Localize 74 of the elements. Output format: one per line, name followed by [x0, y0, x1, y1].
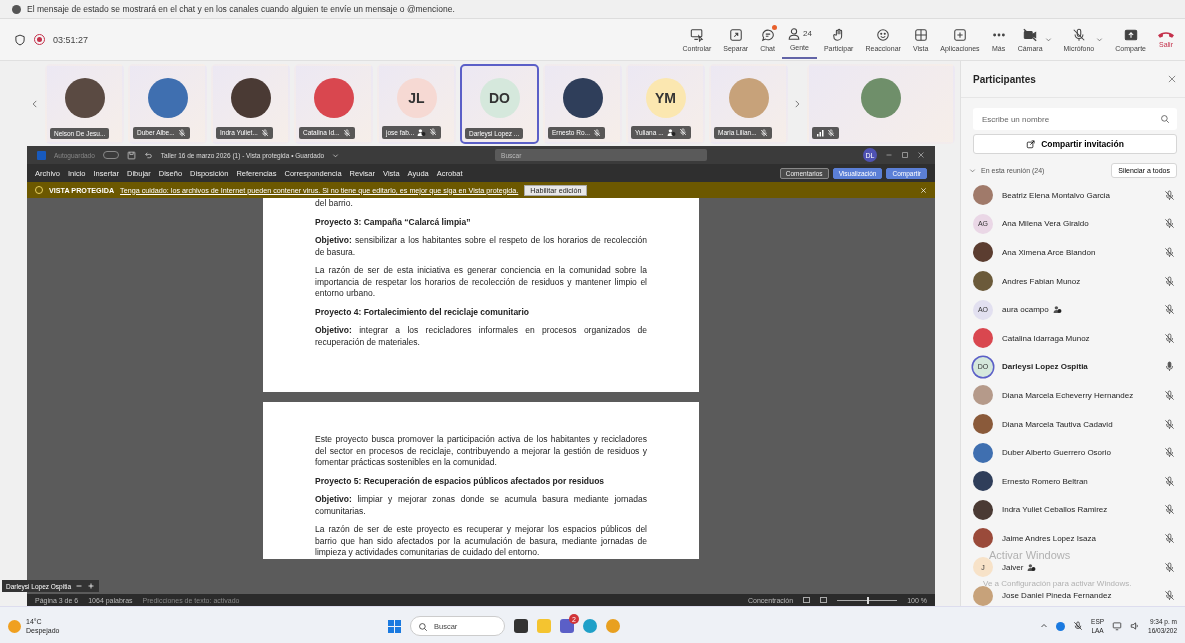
minus-icon[interactable] — [75, 582, 84, 590]
participant-name[interactable]: Ana Milena Vera Giraldo — [1002, 219, 1089, 229]
save-icon — [126, 150, 136, 160]
paragraph: Objetivo: sensibilizar a los habitantes sobre el respeto de los horarios de recolección de basura. — [315, 235, 647, 258]
participant-name[interactable]: Catalina Idarraga Munoz — [1002, 333, 1090, 343]
participant-name[interactable]: Indra Yuliet Ceballos Ramirez — [1002, 505, 1108, 515]
minimize-icon[interactable] — [885, 151, 893, 159]
close-icon — [1167, 74, 1177, 84]
search-icon — [418, 622, 428, 632]
participant-name[interactable]: Andres Fabian Munoz — [1002, 276, 1081, 286]
undo-icon — [143, 150, 153, 160]
participant-name[interactable]: Darleysi Lopez Ospitia — [1002, 362, 1088, 372]
plus-icon[interactable] — [87, 582, 96, 590]
participant-name[interactable]: aura ocampo — [1002, 305, 1049, 315]
search-icon — [1160, 114, 1170, 124]
status-notice: El mensaje de estado se mostrará en el chat y en los canales cuando alguien te envíe un mensaje o @mencione. — [27, 4, 455, 14]
weather-icon[interactable] — [8, 619, 21, 633]
panel-title: Participantes — [973, 73, 1036, 85]
participant-name[interactable]: Duber Alberto Guerrero Osorio — [1002, 448, 1111, 458]
participant-name[interactable]: Beatriz Elena Montalvo Garcia — [1002, 190, 1111, 200]
close-button[interactable] — [1167, 74, 1177, 84]
grid-icon — [913, 27, 928, 42]
chevron-down-icon — [1096, 36, 1104, 43]
chevron-right-icon — [792, 98, 802, 109]
teams-app-icon[interactable] — [560, 619, 574, 633]
participant-name[interactable]: Diana Marcela Echeverry Hernandez — [1002, 390, 1134, 400]
plus-icon — [952, 27, 967, 42]
caret-up-icon[interactable] — [1040, 622, 1049, 630]
start-icon[interactable] — [388, 619, 401, 633]
signal-icon — [816, 128, 824, 137]
chevron-down-icon[interactable] — [332, 151, 340, 159]
avatar-initials: YM — [645, 77, 686, 118]
participant-name[interactable]: Jaiver — [1002, 562, 1024, 572]
participant-name[interactable]: Diana Marcela Tautiva Cadavid — [1002, 419, 1113, 429]
view-icon[interactable] — [820, 597, 828, 603]
info-icon — [12, 4, 21, 14]
meeting-timer: 03:51:27 — [53, 34, 89, 45]
participant-name[interactable]: Jaime Andres Lopez Isaza — [1002, 533, 1096, 543]
zoom-thumb[interactable] — [867, 596, 870, 604]
section-heading: Proyecto 3: Campaña “Calarcá limpia” — [315, 216, 472, 228]
participant-name[interactable]: Jose Daniel Pineda Fernandez — [1002, 591, 1112, 601]
paragraph: La razón de ser de esta iniciativa es generar conciencia en la comunidad sobre la importancia de respetar los horarios de recolección de residuos y mantener limpio el entorno urbano. — [315, 265, 647, 300]
upload-icon — [1123, 27, 1138, 42]
speaker-icon — [1130, 621, 1141, 631]
video-tile[interactable] — [807, 63, 955, 144]
phone-icon — [1158, 31, 1174, 38]
monitor-icon — [1112, 621, 1123, 631]
mic-off-icon — [1071, 27, 1086, 42]
paragraph: Este proyecto busca promover la participación activa de los habitantes y recicladores del sector en procesos de reciclaje, contribuyendo a mejorar la gestión de residuos y fomentar prácticas sostenibles en la comunidad. — [315, 434, 647, 469]
participant-name[interactable]: Ernesto Romero Beltran — [1002, 476, 1088, 486]
avatar-initials: JL — [396, 77, 437, 118]
close-icon[interactable] — [917, 151, 925, 159]
avatar-initials: DO — [479, 77, 520, 118]
paragraph: Objetivo: limpiar y mejorar zonas donde se acumula basura mediante jornadas comunitarias. — [315, 494, 647, 517]
chat-icon — [760, 27, 775, 42]
share-icon — [1026, 139, 1037, 149]
section-heading: Proyecto 5: Recuperación de espacios públicos afectados por residuos — [315, 475, 606, 487]
camera-off-icon — [1023, 27, 1038, 42]
smiley-icon — [876, 27, 891, 42]
search-field[interactable]: Escribe un nombre — [973, 108, 1177, 130]
mic-off-icon — [1073, 621, 1084, 631]
word-logo-icon — [37, 150, 46, 160]
person-icon — [786, 26, 801, 41]
share-invite-button[interactable]: Compartir invitación — [973, 134, 1177, 154]
view-icon[interactable] — [803, 597, 811, 603]
paragraph: La razón de ser de este proyecto es recuperar y mejorar los espacios públicos del barrio que han sido afectados por la acumulación de basura, mediante jornadas de limpieza y actividades comunitarias de cuidado del entorno. — [315, 524, 647, 559]
paragraph: del barrio. — [315, 198, 354, 210]
participant-name[interactable]: Ana Ximena Arce Blandon — [1002, 248, 1096, 257]
paragraph: Objetivo: integrar a los recicladores informales en procesos organizados de recuperación de materiales. — [315, 325, 647, 348]
chevron-down-icon — [1044, 36, 1052, 43]
chevron-left-icon — [30, 98, 40, 109]
monitor-cursor-icon — [689, 27, 704, 42]
section-heading: Proyecto 4: Fortalecimiento del reciclaje comunitario — [315, 306, 530, 318]
maximize-icon[interactable] — [901, 151, 909, 159]
